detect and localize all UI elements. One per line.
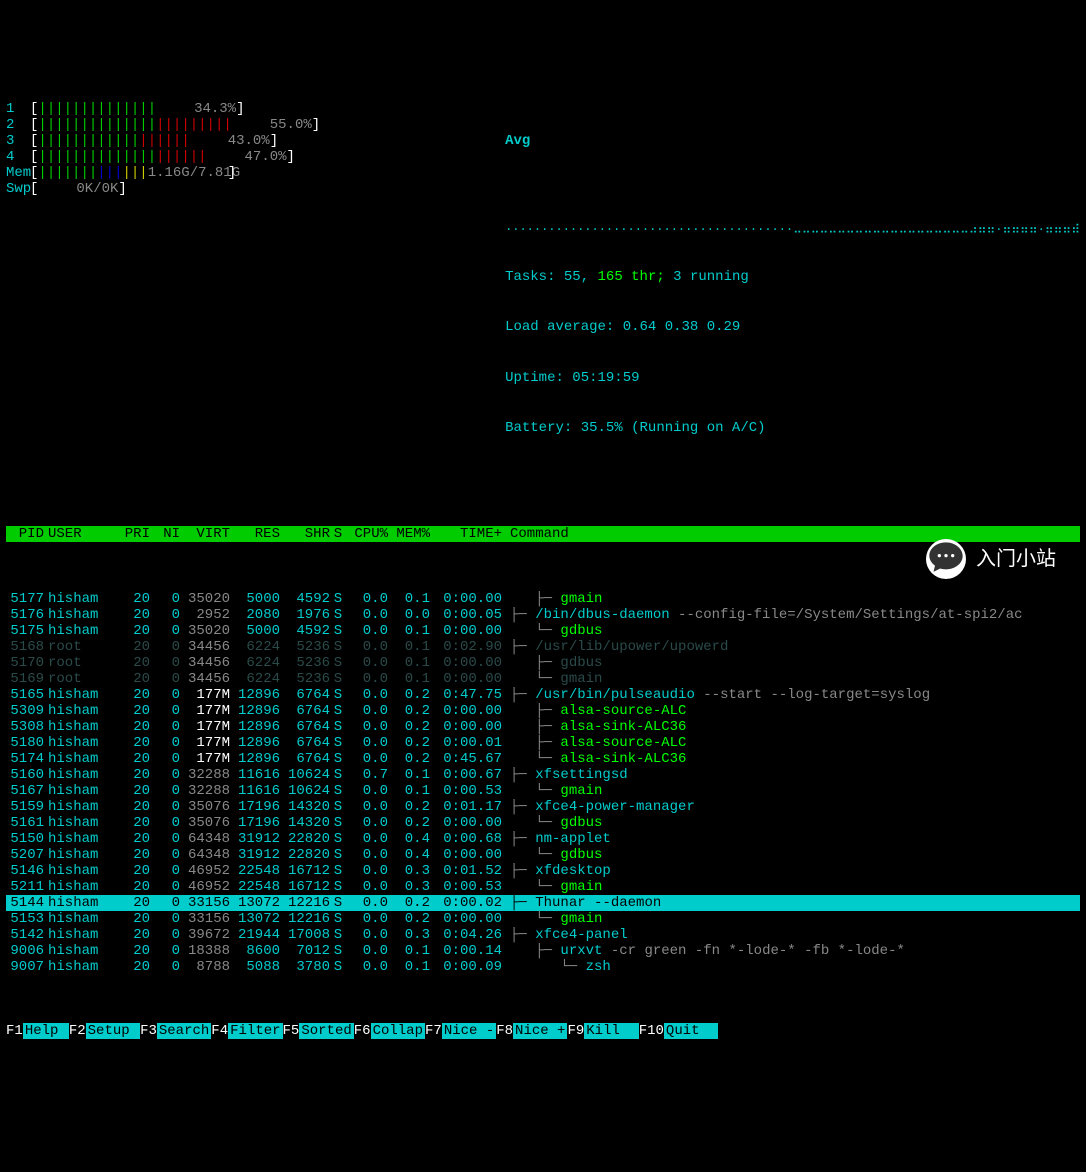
- watermark: 入门小站: [926, 539, 1056, 579]
- process-row[interactable]: 5167hisham200322881161610624S0.00.10:00.…: [6, 783, 1080, 799]
- cpu-meter-1: 1[|||||||||||||| 34.3%]: [6, 101, 495, 117]
- tasks-line: Tasks: 55, 165 thr; 3 running: [505, 269, 1080, 285]
- function-keys: F1Help F2Setup F3SearchF4FilterF5SortedF…: [6, 1023, 1080, 1039]
- process-row[interactable]: 5175hisham2003502050004592S0.00.10:00.00…: [6, 623, 1080, 639]
- col-pid[interactable]: PID: [6, 526, 48, 542]
- fkey-f6[interactable]: F6Collap: [354, 1023, 425, 1039]
- process-row[interactable]: 5159hisham200350761719614320S0.00.20:01.…: [6, 799, 1080, 815]
- process-row[interactable]: 5153hisham200331561307212216S0.00.20:00.…: [6, 911, 1080, 927]
- cpu-graph: ........................................…: [505, 221, 1080, 235]
- process-row[interactable]: 5309hisham200177M128966764S0.00.20:00.00…: [6, 703, 1080, 719]
- stats-panel: Avg ....................................…: [495, 101, 1080, 469]
- col-shr[interactable]: SHR: [280, 526, 330, 542]
- avg-label: Avg: [505, 133, 1080, 149]
- fkey-f10[interactable]: F10Quit: [639, 1023, 719, 1039]
- process-row[interactable]: 5142hisham200396722194417008S0.00.30:04.…: [6, 927, 1080, 943]
- process-row[interactable]: 5207hisham200643483191222820S0.00.40:00.…: [6, 847, 1080, 863]
- fkey-f2[interactable]: F2Setup: [69, 1023, 140, 1039]
- process-row[interactable]: 5211hisham200469522254816712S0.00.30:00.…: [6, 879, 1080, 895]
- swp-meter: Swp[ 0K/0K]: [6, 181, 495, 197]
- fkey-f4[interactable]: F4Filter: [211, 1023, 282, 1039]
- process-row[interactable]: 5170root2003445662245236S0.00.10:00.00 ├…: [6, 655, 1080, 671]
- fkey-f3[interactable]: F3Search: [140, 1023, 211, 1039]
- process-row[interactable]: 9006hisham2001838886007012S0.00.10:00.14…: [6, 943, 1080, 959]
- cpu-meter-2: 2[||||||||||||||||||||||| 55.0%]: [6, 117, 495, 133]
- fkey-f7[interactable]: F7Nice -: [425, 1023, 496, 1039]
- col-virt[interactable]: VIRT: [180, 526, 230, 542]
- mem-meter: Mem[||||||||||||| 1.16G/7.81G]: [6, 165, 495, 181]
- column-headers[interactable]: PID USER PRI NI VIRT RES SHR S CPU% MEM%…: [6, 526, 1080, 542]
- process-row[interactable]: 5176hisham200295220801976S0.00.00:00.05├…: [6, 607, 1080, 623]
- cpu-meter-4: 4[|||||||||||||||||||| 47.0%]: [6, 149, 495, 165]
- fkey-f1[interactable]: F1Help: [6, 1023, 69, 1039]
- process-list[interactable]: 5177hisham2003502050004592S0.00.10:00.00…: [6, 591, 1080, 975]
- col-cpu[interactable]: CPU%: [346, 526, 388, 542]
- process-row[interactable]: 5169root2003445662245236S0.00.10:00.00 └…: [6, 671, 1080, 687]
- process-row[interactable]: 5308hisham200177M128966764S0.00.20:00.00…: [6, 719, 1080, 735]
- fkey-f8[interactable]: F8Nice +: [496, 1023, 567, 1039]
- col-pri[interactable]: PRI: [112, 526, 150, 542]
- process-row[interactable]: 5144hisham200331561307212216S0.00.20:00.…: [6, 895, 1080, 911]
- process-row[interactable]: 5160hisham200322881161610624S0.70.10:00.…: [6, 767, 1080, 783]
- process-row[interactable]: 5168root2003445662245236S0.00.10:02.90├─…: [6, 639, 1080, 655]
- load-line: Load average: 0.64 0.38 0.29: [505, 319, 1080, 335]
- fkey-f9[interactable]: F9Kill: [567, 1023, 638, 1039]
- fkey-f5[interactable]: F5Sorted: [283, 1023, 354, 1039]
- process-row[interactable]: 5180hisham200177M128966764S0.00.20:00.01…: [6, 735, 1080, 751]
- process-row[interactable]: 5161hisham200350761719614320S0.00.20:00.…: [6, 815, 1080, 831]
- process-row[interactable]: 5150hisham200643483191222820S0.00.40:00.…: [6, 831, 1080, 847]
- battery-line: Battery: 35.5% (Running on A/C): [505, 420, 1080, 436]
- process-row[interactable]: 5165hisham200177M128966764S0.00.20:47.75…: [6, 687, 1080, 703]
- process-row[interactable]: 5146hisham200469522254816712S0.00.30:01.…: [6, 863, 1080, 879]
- process-row[interactable]: 5177hisham2003502050004592S0.00.10:00.00…: [6, 591, 1080, 607]
- process-row[interactable]: 5174hisham200177M128966764S0.00.20:45.67…: [6, 751, 1080, 767]
- col-mem[interactable]: MEM%: [388, 526, 430, 542]
- uptime-line: Uptime: 05:19:59: [505, 370, 1080, 386]
- col-res[interactable]: RES: [230, 526, 280, 542]
- process-row[interactable]: 9007hisham200878850883780S0.00.10:00.09 …: [6, 959, 1080, 975]
- col-s[interactable]: S: [330, 526, 346, 542]
- chat-icon: [926, 539, 966, 579]
- col-time[interactable]: TIME+: [430, 526, 502, 542]
- cpu-meter-3: 3[|||||||||||||||||| 43.0%]: [6, 133, 495, 149]
- col-ni[interactable]: NI: [150, 526, 180, 542]
- cpu-meters: 1[|||||||||||||| 34.3%]2[|||||||||||||||…: [6, 101, 495, 469]
- col-user[interactable]: USER: [48, 526, 112, 542]
